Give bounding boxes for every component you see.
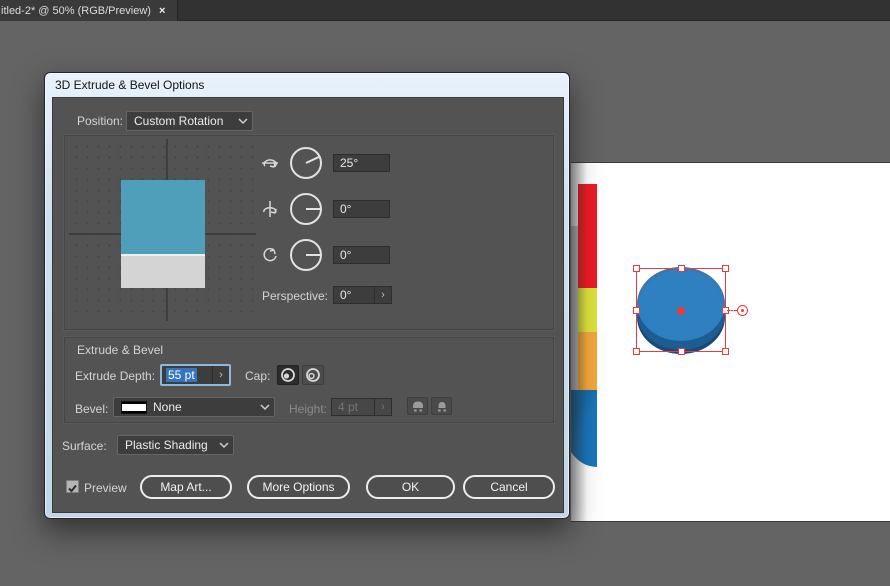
selection-handle-bottom-center[interactable] — [678, 348, 685, 355]
cap-on-icon — [281, 368, 295, 382]
rotate-y-axis-icon — [263, 201, 277, 217]
surface-dropdown[interactable]: Plastic Shading — [117, 435, 234, 455]
bevel-preview-swatch — [121, 400, 147, 414]
chevron-down-icon — [238, 117, 248, 124]
extrude-bevel-dialog: 3D Extrude & Bevel Options Position: Cus… — [44, 72, 570, 519]
rotate-z-value: 0° — [340, 248, 352, 262]
rotate-z-axis-icon — [263, 247, 277, 262]
height-value: 4 pt — [338, 400, 359, 414]
position-label: Position: — [76, 114, 123, 128]
height-label: Height: — [289, 402, 328, 416]
cap-on-button[interactable] — [277, 365, 299, 385]
surface-value: Plastic Shading — [125, 438, 208, 452]
bevel-label: Bevel: — [75, 402, 109, 416]
selection-handle-top-center[interactable] — [678, 265, 685, 272]
stepper-arrow-icon: › — [219, 369, 223, 381]
bevel-value: None — [153, 400, 182, 414]
bevel-extent-in-button — [431, 397, 452, 415]
position-value: Custom Rotation — [134, 114, 224, 128]
map-art-button[interactable]: Map Art... — [140, 475, 232, 499]
bevel-extent-out-icon — [412, 401, 423, 412]
selection-handle-middle-left[interactable] — [633, 307, 640, 314]
selection-handle-bottom-left[interactable] — [633, 348, 640, 355]
cap-label: Cap: — [245, 369, 271, 383]
selection-handle-top-left[interactable] — [633, 265, 640, 272]
rotate-y-dial[interactable] — [290, 193, 322, 225]
ok-button[interactable]: OK — [366, 475, 455, 499]
rotate-x-dial[interactable] — [290, 147, 322, 179]
rotation-panel: 25° 0° 0° Perspective: 0° › — [64, 135, 554, 330]
height-popup-arrow: › — [375, 398, 392, 416]
track-cube-side[interactable] — [121, 254, 205, 288]
rotate-y-value: 0° — [340, 202, 352, 216]
chevron-down-icon — [219, 441, 229, 448]
dialog-content: Position: Custom Rotation 25° 0° 0° Pers… — [52, 97, 564, 513]
extrude-depth-popup-arrow[interactable]: › — [212, 366, 229, 384]
stepper-arrow-icon: › — [381, 401, 385, 413]
extrude-depth-label: Extrude Depth: — [75, 369, 156, 383]
document-tab-title: itled-2* @ 50% (RGB/Preview) — [1, 4, 151, 17]
tab-close-icon[interactable]: × — [159, 5, 165, 17]
artboard — [571, 162, 890, 522]
bevel-extent-in-icon — [437, 402, 446, 412]
track-cube-face[interactable] — [121, 180, 205, 254]
bevel-dropdown[interactable]: None — [113, 397, 275, 417]
cap-off-button[interactable] — [302, 365, 324, 385]
selection-center-point[interactable] — [677, 307, 685, 315]
cap-off-icon — [306, 368, 320, 382]
extrude-bevel-panel: Extrude & Bevel Extrude Depth: 55 pt › C… — [64, 337, 554, 423]
dialog-drop-shadow — [571, 163, 587, 521]
selection-connector-line — [727, 310, 737, 311]
rotate-y-input[interactable]: 0° — [333, 200, 390, 218]
more-options-button[interactable]: More Options — [247, 475, 350, 499]
rotate-z-input[interactable]: 0° — [333, 246, 390, 264]
checkmark-icon — [68, 484, 77, 493]
chevron-down-icon — [260, 403, 270, 410]
perspective-input[interactable]: 0° — [333, 286, 375, 304]
stepper-arrow-icon: › — [381, 289, 385, 301]
extrude-bevel-header: Extrude & Bevel — [77, 343, 164, 357]
rotate-x-axis-icon — [262, 159, 278, 168]
dial-needle — [306, 254, 320, 256]
cancel-button[interactable]: Cancel — [463, 475, 555, 499]
selection-handle-top-right[interactable] — [722, 265, 729, 272]
extrude-depth-input[interactable]: 55 pt › — [160, 364, 231, 386]
rotate-x-value: 25° — [340, 156, 359, 170]
perspective-label: Perspective: — [261, 289, 328, 303]
dialog-title: 3D Extrude & Bevel Options — [55, 78, 205, 92]
position-dropdown[interactable]: Custom Rotation — [126, 111, 253, 131]
extrude-depth-value: 55 pt — [166, 368, 197, 382]
dialog-title-bar[interactable]: 3D Extrude & Bevel Options — [45, 73, 569, 97]
preview-label: Preview — [84, 481, 127, 495]
rotate-z-dial[interactable] — [290, 239, 322, 271]
document-tab[interactable]: itled-2* @ 50% (RGB/Preview) × — [0, 0, 178, 21]
dial-needle — [306, 208, 320, 210]
rotate-x-input[interactable]: 25° — [333, 154, 390, 172]
surface-label: Surface: — [62, 439, 107, 453]
bevel-extent-out-button — [407, 397, 428, 415]
document-tab-bar: itled-2* @ 50% (RGB/Preview) × — [0, 0, 890, 21]
selection-handle-bottom-right[interactable] — [722, 348, 729, 355]
perspective-value: 0° — [340, 288, 352, 302]
height-input: 4 pt — [331, 398, 375, 416]
preview-checkbox[interactable] — [66, 480, 79, 493]
rotate-widget-icon[interactable] — [737, 305, 748, 316]
dial-needle — [305, 156, 320, 164]
perspective-popup-arrow[interactable]: › — [375, 286, 392, 304]
